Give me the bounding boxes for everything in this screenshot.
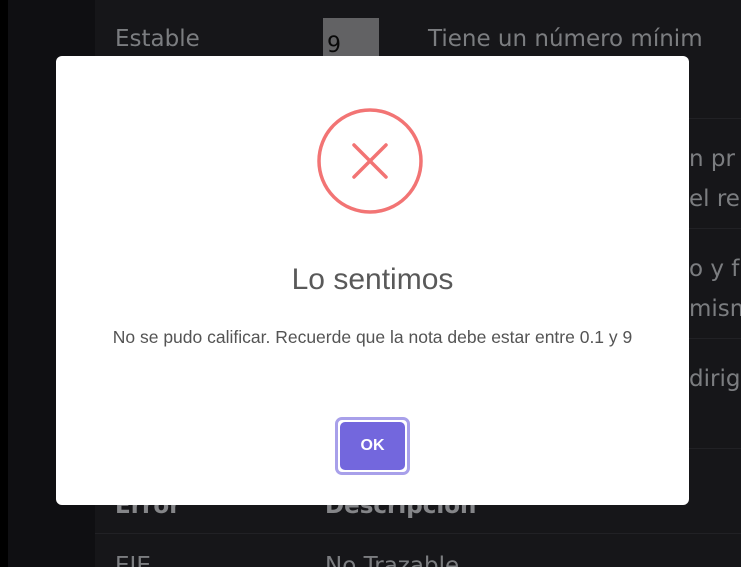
ok-button-label: OK (340, 422, 405, 470)
error-dialog: Lo sentimos No se pudo calificar. Recuer… (56, 56, 689, 505)
page: Estable 9 Tiene un número mínim n pr el … (0, 0, 741, 567)
dialog-message: No se pudo calificar. Recuerde que la no… (112, 327, 633, 347)
dialog-title: Lo sentimos (291, 263, 454, 296)
error-x-circle-icon (317, 108, 423, 214)
ok-button[interactable]: OK (335, 417, 410, 475)
